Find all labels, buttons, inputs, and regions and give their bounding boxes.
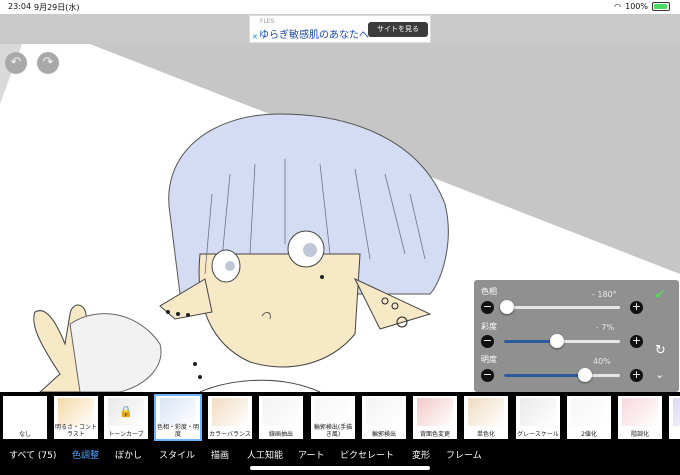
hue-slider[interactable] xyxy=(500,300,620,314)
hue-knob[interactable] xyxy=(500,300,515,314)
filter-preview xyxy=(673,398,680,426)
filter-thumb[interactable]: 階調化 xyxy=(618,396,662,439)
reset-icon[interactable]: ↻ xyxy=(655,343,666,358)
filter-strip: なし 明るさ・コントラスト 🔒 トーンカーブ 色相・彩度・明度カラーバランス 線画抽出 輪郭… xyxy=(0,392,680,444)
redo-button[interactable]: ↷ xyxy=(37,52,59,74)
filter-label: カラーバランス xyxy=(209,431,251,438)
category-tab[interactable]: 描画 xyxy=(211,448,229,461)
filter-preview xyxy=(520,398,556,426)
hue-value: - 180° xyxy=(592,290,617,299)
status-time: 23:04 xyxy=(8,2,32,11)
category-bar: すべて (75) 色調整 ぼかし スタイル 描画 人工知能 アート ピクセレート 変形 フレーム xyxy=(0,444,680,475)
filter-preview xyxy=(468,398,504,426)
battery-percent: 100% xyxy=(625,2,648,11)
category-tab[interactable]: すべて (75) xyxy=(9,448,56,461)
filter-thumb[interactable]: グレースケール xyxy=(516,396,560,439)
ad-banner[interactable]: FLES ゆらぎ敏感肌のあなたへ サイトを見る ✕ xyxy=(249,15,431,43)
status-right: ◠ 100% xyxy=(614,2,670,11)
filter-preview xyxy=(571,398,607,426)
category-tab[interactable]: 色調整 xyxy=(72,448,99,461)
filter-label: 背面色変更 xyxy=(419,431,450,438)
adjust-panel: 色相 - 180° − + ✔ 彩度 - 7% − + ↻ 明度 40% − +… xyxy=(474,280,679,392)
filter-thumb[interactable]: 単色化 xyxy=(464,396,508,439)
filter-preview xyxy=(417,398,453,426)
brightness-slider[interactable] xyxy=(504,368,620,382)
lock-icon: 🔒 xyxy=(119,405,133,418)
undo-button[interactable]: ↶ xyxy=(5,52,27,74)
status-date: 9月29日(水) xyxy=(34,3,80,12)
filter-thumb[interactable]: 2値化 xyxy=(567,396,611,439)
filter-preview xyxy=(212,398,248,426)
home-indicator xyxy=(250,466,430,470)
confirm-check-icon[interactable]: ✔ xyxy=(654,287,666,303)
saturation-slider[interactable] xyxy=(504,334,620,348)
filter-thumb[interactable]: 輪郭検出 xyxy=(362,396,406,439)
ad-site-button[interactable]: サイトを見る xyxy=(368,22,428,37)
brightness-label: 明度 xyxy=(481,355,497,364)
saturation-plus-button[interactable]: + xyxy=(630,335,643,348)
filter-thumb[interactable] xyxy=(669,396,680,439)
filter-label: 輪郭検出 xyxy=(371,431,396,438)
saturation-value: - 7% xyxy=(596,323,615,332)
filter-preview xyxy=(160,398,196,426)
filter-label: 単色化 xyxy=(476,431,495,438)
chevron-down-icon[interactable]: ⌄ xyxy=(655,368,664,381)
category-tab[interactable]: 人工知能 xyxy=(247,448,283,461)
filter-label: 輪郭検出(手描き風) xyxy=(313,424,353,438)
brightness-value: 40% xyxy=(593,357,611,366)
category-tab[interactable]: ぼかし xyxy=(115,448,142,461)
filter-thumb[interactable]: カラーバランス xyxy=(208,396,252,439)
filter-thumb[interactable]: 色相・彩度・明度 xyxy=(154,394,202,441)
saturation-knob[interactable] xyxy=(550,334,565,348)
status-bar: 23:04 9月29日(水) ◠ 100% xyxy=(0,0,680,14)
filter-label: トーンカーブ xyxy=(108,431,144,438)
filter-thumb[interactable]: 背面色変更 xyxy=(413,396,457,439)
brightness-knob[interactable] xyxy=(578,368,593,382)
ad-close-icon[interactable]: ✕ xyxy=(252,33,258,41)
ad-brand: FLES xyxy=(260,18,275,25)
brightness-fill xyxy=(504,374,586,377)
filter-thumb[interactable]: 線画抽出 xyxy=(259,396,303,439)
filter-label: 線画抽出 xyxy=(268,431,293,438)
filter-thumb[interactable]: 輪郭検出(手描き風) xyxy=(311,396,355,439)
category-tab[interactable]: フレーム xyxy=(446,448,482,461)
filter-label: なし xyxy=(18,431,31,438)
saturation-fill xyxy=(504,340,558,343)
filter-preview xyxy=(7,398,43,426)
filter-preview xyxy=(622,398,658,426)
filter-thumb[interactable]: 🔒 トーンカーブ xyxy=(104,396,148,439)
hue-plus-button[interactable]: + xyxy=(630,301,643,314)
filter-preview xyxy=(315,398,351,426)
saturation-minus-button[interactable]: − xyxy=(481,335,494,348)
ad-text: ゆらぎ敏感肌のあなたへ xyxy=(259,30,369,41)
filter-label: グレースケール xyxy=(517,431,559,438)
category-tab[interactable]: 変形 xyxy=(412,448,430,461)
category-tab[interactable]: ピクセレート xyxy=(340,448,394,461)
brightness-plus-button[interactable]: + xyxy=(630,369,643,382)
filter-label: 階調化 xyxy=(630,431,649,438)
battery-icon xyxy=(652,2,670,11)
filter-label: 2値化 xyxy=(581,431,597,438)
hue-minus-button[interactable]: − xyxy=(481,301,494,314)
category-tab[interactable]: スタイル xyxy=(159,448,195,461)
filter-thumb[interactable]: 明るさ・コントラスト xyxy=(54,396,98,439)
brightness-minus-button[interactable]: − xyxy=(481,369,494,382)
filter-label: 明るさ・コントラスト xyxy=(54,424,97,438)
hue-label: 色相 xyxy=(481,287,497,296)
filter-preview xyxy=(263,398,299,426)
filter-thumb[interactable]: なし xyxy=(3,396,47,439)
filter-label: 色相・彩度・明度 xyxy=(156,424,199,438)
wifi-icon: ◠ xyxy=(614,2,622,11)
saturation-label: 彩度 xyxy=(481,322,497,331)
filter-preview xyxy=(366,398,402,426)
filter-preview xyxy=(58,398,94,426)
category-tab[interactable]: アート xyxy=(298,448,324,461)
